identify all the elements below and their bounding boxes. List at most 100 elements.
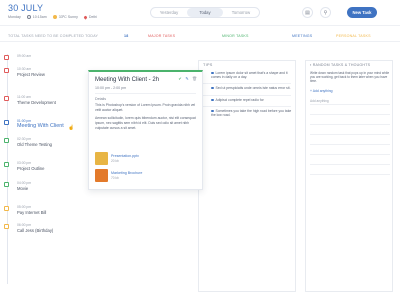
personal-tasks-label[interactable]: PERSONAL TASKS bbox=[336, 34, 371, 38]
total-tasks-count: 18 bbox=[124, 34, 129, 38]
header: 30 JULY Monday 10:15am 33ºC Sunny Delhi … bbox=[0, 0, 400, 26]
timeline-title: Pay Internet Bill bbox=[17, 210, 47, 215]
timeline-item[interactable]: 10:30 am Project Review bbox=[4, 66, 80, 84]
bullet-icon bbox=[211, 109, 214, 113]
tab-yesterday[interactable]: Yesterday bbox=[151, 8, 187, 17]
timeline-title: Project Review bbox=[17, 72, 45, 77]
tip-item: Sometimes you take the high road before … bbox=[211, 109, 292, 118]
tip-item: Lorem ipsum dolor sit amet that's a shap… bbox=[211, 71, 288, 80]
task-marker-icon bbox=[4, 224, 9, 229]
task-marker-icon bbox=[4, 68, 9, 73]
timeline-time: 06:00 pm bbox=[17, 223, 32, 227]
timeline-item[interactable]: 06:00 pm Call Jess (Birthday) bbox=[4, 222, 80, 240]
random-list-item[interactable]: Add anything bbox=[310, 97, 390, 105]
weekday: Monday bbox=[8, 15, 21, 20]
meetings-label[interactable]: MEETINGS bbox=[292, 34, 312, 38]
divider bbox=[203, 83, 291, 84]
timeline-item[interactable]: 03:00 pm Project Outline bbox=[4, 160, 80, 178]
bullet-icon bbox=[211, 86, 214, 90]
task-marker-icon bbox=[4, 120, 9, 125]
random-list-item[interactable] bbox=[310, 157, 390, 165]
timeline-title: Call Jess (Birthday) bbox=[17, 228, 54, 233]
timeline-time: 11:00 am bbox=[17, 95, 31, 99]
attachment-name: Marketing Brochure bbox=[111, 171, 143, 175]
card-title: Meeting With Client - 2h bbox=[95, 77, 160, 83]
attachment-item[interactable]: Presentation.pptx 20 kb bbox=[95, 152, 195, 166]
random-list-item[interactable] bbox=[310, 117, 390, 125]
add-anything-input[interactable]: + Add anything bbox=[310, 89, 333, 93]
major-tasks-label[interactable]: MAJOR TASKS bbox=[148, 34, 175, 38]
timeline-title: Movie bbox=[17, 186, 29, 191]
date-title: 30 JULY bbox=[8, 3, 44, 13]
timeline-item-selected[interactable]: 01:00 pm Meeting With Client ☝ bbox=[4, 118, 80, 136]
tip-item: Adipisci complete repel radio for bbox=[203, 98, 293, 102]
timeline-item[interactable]: 02:30 pm Old Theme Testing bbox=[4, 136, 80, 154]
random-tasks-panel: ▪ RANDOM TASKS & THOUGHTS Write down ran… bbox=[305, 60, 393, 292]
minor-tasks-label[interactable]: MINOR TASKS bbox=[222, 34, 249, 38]
total-tasks-label: TOTAL TASKS NEED TO BE COMPLETED TODAY bbox=[8, 34, 99, 38]
search-icon: ⚲ bbox=[323, 9, 328, 16]
random-heading: ▪ RANDOM TASKS & THOUGHTS bbox=[310, 63, 371, 67]
random-list-item[interactable] bbox=[310, 127, 390, 135]
timeline-time: 05:00 pm bbox=[17, 205, 32, 209]
location-pin-icon bbox=[83, 14, 88, 20]
tab-tomorrow[interactable]: Tomorrow bbox=[223, 8, 259, 17]
clock-icon bbox=[26, 15, 31, 20]
timeline-time: 03:00 pm bbox=[17, 161, 32, 165]
random-list-item[interactable] bbox=[310, 147, 390, 155]
calendar-icon: ▤ bbox=[305, 9, 310, 16]
attachment-thumbnail bbox=[95, 169, 108, 182]
new-task-button[interactable]: New Task bbox=[347, 7, 377, 18]
card-datetime: 10:00 pm - 2:00 pm bbox=[95, 86, 127, 90]
tab-today[interactable]: Today bbox=[187, 8, 223, 17]
attachment-name: Presentation.pptx bbox=[111, 154, 139, 158]
timeline-time: 02:30 pm bbox=[17, 137, 32, 141]
edit-icon[interactable]: ✎ bbox=[185, 77, 189, 81]
bullet-icon bbox=[211, 71, 214, 75]
task-marker-icon bbox=[4, 138, 9, 143]
timeline-title: Project Outline bbox=[17, 166, 45, 171]
details-text: This is Photoshop's version of Lorem Ips… bbox=[95, 103, 196, 112]
divider bbox=[203, 95, 291, 96]
note-icon: ▪ bbox=[310, 63, 312, 67]
card-actions: ✔ ✎ 🗑 bbox=[178, 77, 197, 81]
attachment-thumbnail bbox=[95, 152, 108, 165]
details-text-2: Aenean sollicitudin, lorem quis bibendum… bbox=[95, 116, 196, 130]
random-description: Write down random task that pops up in y… bbox=[310, 71, 390, 84]
attachment-size: 70 kb bbox=[111, 176, 119, 180]
task-marker-icon bbox=[4, 162, 9, 167]
timeline-time: 10:30 am bbox=[17, 67, 32, 71]
task-detail-card: Meeting With Client - 2h ✔ ✎ 🗑 10:00 pm … bbox=[88, 70, 203, 190]
task-marker-icon bbox=[4, 206, 9, 211]
task-marker-icon bbox=[4, 182, 9, 187]
tips-heading: TIPS bbox=[203, 63, 213, 67]
hand-cursor-icon: ☝ bbox=[68, 125, 75, 131]
timeline-item[interactable]: 05:00 pm Pay Internet Bill bbox=[4, 204, 80, 222]
attachment-item[interactable]: Marketing Brochure 70 kb bbox=[95, 169, 195, 183]
check-icon[interactable]: ✔ bbox=[178, 77, 182, 81]
calendar-button[interactable]: ▤ bbox=[302, 7, 313, 18]
tips-panel: TIPS Lorem ipsum dolor sit amet that's a… bbox=[198, 60, 296, 292]
tip-item: Sed ut perspiciatis unde omnis iste natu… bbox=[203, 86, 293, 90]
divider bbox=[95, 93, 196, 94]
divider bbox=[203, 106, 291, 107]
search-button[interactable]: ⚲ bbox=[320, 7, 331, 18]
attachment-size: 20 kb bbox=[111, 159, 119, 163]
timeline-time: 04:00 pm bbox=[17, 181, 32, 185]
random-list-item[interactable] bbox=[310, 137, 390, 145]
task-marker-icon bbox=[4, 55, 9, 60]
random-list-item[interactable] bbox=[310, 107, 390, 115]
delete-icon[interactable]: 🗑 bbox=[192, 77, 197, 81]
timeline-item[interactable]: 04:00 pm Movie bbox=[4, 180, 80, 198]
timeline-title: Old Theme Testing bbox=[17, 142, 52, 147]
timeline-title: Meeting With Client bbox=[17, 123, 64, 129]
timeline: 09:00 am 10:30 am Project Review 11:00 a… bbox=[0, 48, 80, 300]
random-list-item[interactable] bbox=[310, 167, 390, 175]
location-info: Delhi bbox=[83, 14, 97, 20]
sun-icon bbox=[52, 15, 57, 20]
date-subline: Monday 10:15am 33ºC Sunny Delhi bbox=[8, 14, 97, 20]
timeline-item[interactable]: 11:00 am Theme Development bbox=[4, 94, 80, 112]
weather-info: 33ºC Sunny bbox=[52, 15, 78, 20]
task-marker-icon bbox=[4, 96, 9, 101]
timeline-time: 09:00 am bbox=[17, 54, 32, 58]
